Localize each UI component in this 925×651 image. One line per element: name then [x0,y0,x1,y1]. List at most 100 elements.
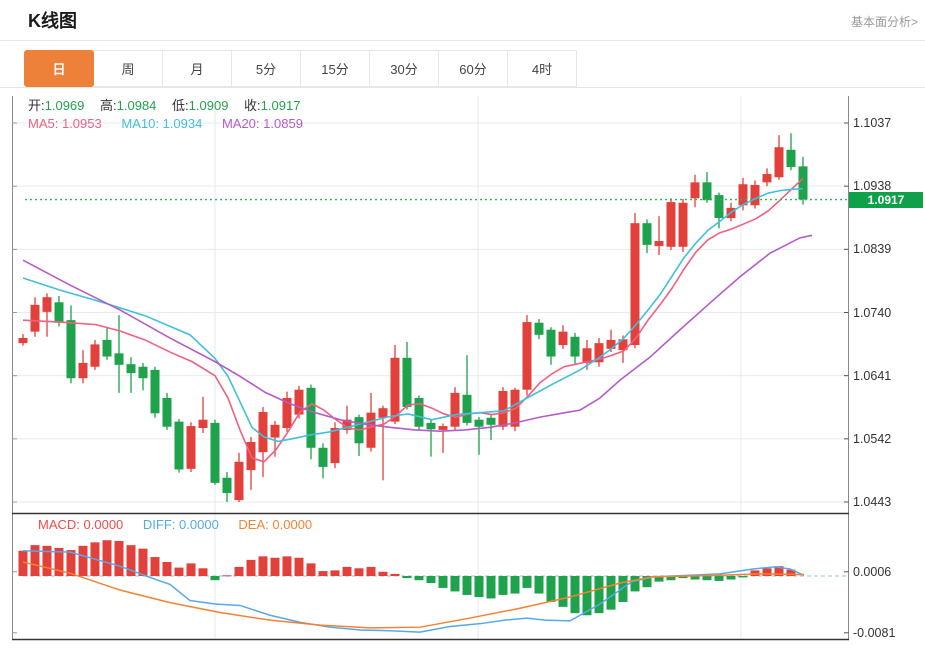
macd-bar [378,571,388,576]
candle [30,304,40,332]
candle [186,426,196,469]
candle [54,302,64,323]
macd-bar [486,576,496,599]
macd-bar [618,576,628,602]
open-value: 1.0969 [44,98,85,113]
candle [690,182,700,199]
macd-bar [210,576,220,581]
macd-bar [702,576,712,581]
macd-bar [330,570,340,576]
candle [390,357,400,422]
candle [666,202,676,247]
macd-bar [102,540,112,576]
candle [522,322,532,390]
candle [750,184,760,206]
candle [402,357,412,407]
close-label: 收: [244,98,261,113]
candle [546,329,556,357]
macd-bar [750,570,760,576]
candle [18,338,28,344]
kline-widget: K线图 基本面分析> 日 周 月 5分 15分 30分 60分 4时 开:1.0… [0,0,925,651]
close-value: 1.0917 [260,98,301,113]
macd-bar [294,557,304,576]
macd-bar [138,548,148,576]
price-axis-label: 1.0740 [853,306,892,320]
candle [198,419,208,428]
macd-bar [30,545,40,576]
candle [114,353,124,365]
macd-bar [114,540,124,576]
candle [798,166,808,200]
macd-bar [246,559,256,576]
price-axis-label: 1.0443 [853,495,892,509]
tab-month[interactable]: 月 [162,50,232,87]
macd-value-legend: MACD: 0.0000 [38,517,124,532]
candle [174,421,184,470]
candle [78,362,88,379]
price-axis-label: 1.0839 [853,242,892,256]
high-value: 1.0984 [116,98,157,113]
macd-bar [594,576,604,614]
ma-legend: MA5: 1.0953 MA10: 1.0934 MA20: 1.0859 [28,116,319,131]
macd-bar [282,556,292,576]
candle [642,223,652,245]
price-axis-label: 1.1037 [853,116,892,130]
tab-day[interactable]: 日 [24,50,94,87]
macd-bar [726,576,736,580]
candle [486,417,496,425]
candle [42,297,52,312]
tab-4hour[interactable]: 4时 [507,50,577,87]
candle [306,387,316,448]
price-axis-label: 1.0542 [853,432,892,446]
candle [90,344,100,367]
macd-bar [174,567,184,576]
candle [222,477,232,494]
dea-value-legend: DEA: 0.0000 [238,517,313,532]
tab-30min[interactable]: 30分 [369,50,439,87]
candle [702,182,712,201]
macd-bar [510,576,520,594]
macd-legend: MACD: 0.0000 DIFF: 0.0000 DEA: 0.0000 [38,517,328,532]
macd-bar [42,545,52,576]
macd-bar [150,557,160,576]
fundamental-analysis-link[interactable]: 基本面分析> [851,13,918,30]
macd-bar [306,563,316,576]
tab-5min[interactable]: 5分 [231,50,301,87]
high-label: 高: [100,98,117,113]
macd-bar [558,576,568,607]
macd-axis-label: 0.0006 [853,565,892,579]
ma20-legend: MA20: 1.0859 [221,116,303,131]
candle [270,424,280,438]
macd-bar [390,573,400,576]
macd-bar [534,576,544,594]
ohlc-legend: 开:1.0969 高:1.0984 低:1.0909 收:1.0917 [28,95,312,114]
candle [438,426,448,430]
macd-bar [426,576,436,584]
candle [210,422,220,483]
macd-bar [342,566,352,576]
low-label: 低: [172,98,189,113]
macd-bar [78,545,88,576]
tab-week[interactable]: 周 [93,50,163,87]
candle [258,412,268,453]
macd-bar [354,568,364,576]
tab-15min[interactable]: 15分 [300,50,370,87]
candle [66,320,76,379]
macd-bar [162,561,172,576]
macd-bar [438,576,448,588]
gridlines [12,96,848,639]
macd-bar [258,556,268,576]
macd-bar [630,576,640,592]
candle [462,394,472,423]
macd-bar [522,576,532,588]
macd-bar [198,568,208,576]
open-label: 开: [28,98,45,113]
candle [102,339,112,357]
macd-bar [762,568,772,576]
macd-bar [402,576,412,579]
macd-histogram [18,540,796,616]
candle [606,339,616,349]
candle [366,412,376,448]
candle [558,331,568,346]
tab-60min[interactable]: 60分 [438,50,508,87]
